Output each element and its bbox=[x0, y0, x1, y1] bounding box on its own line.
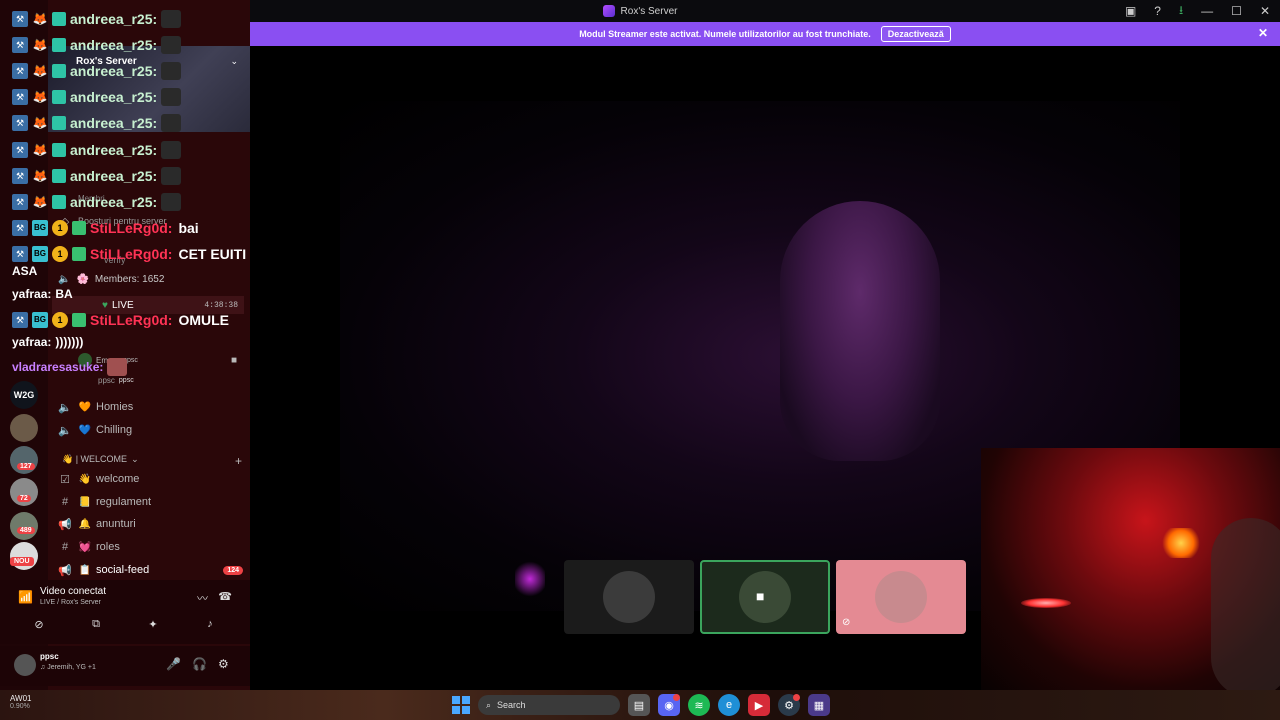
megaphone-icon: 📢 bbox=[58, 564, 72, 577]
video-camera-icon: ■ bbox=[756, 588, 765, 604]
voice-panel: 📶 Video conectat LIVE / Rox's Server 〰 ☎… bbox=[0, 580, 250, 644]
soundboard-icon[interactable]: ♪ bbox=[202, 618, 218, 634]
avatar bbox=[603, 571, 655, 623]
app-purple-icon[interactable]: ▦ bbox=[808, 694, 830, 716]
headphones-icon[interactable]: 🎧 bbox=[192, 657, 207, 671]
members-menu[interactable]: Membri bbox=[58, 189, 243, 207]
server-logo-icon bbox=[602, 5, 615, 17]
screen: Rox's Server ▣ ? ⭳ — ☐ ✕ W2G 127 72 489 … bbox=[0, 0, 1280, 720]
guild-w2g[interactable]: W2G bbox=[10, 381, 38, 409]
speaker-icon: 🔈 bbox=[58, 401, 72, 414]
hash-icon: # bbox=[61, 541, 69, 553]
avatar bbox=[739, 571, 791, 623]
channel-roles[interactable]: # 💓 roles bbox=[58, 538, 243, 556]
microphone-icon[interactable]: 🎤 bbox=[166, 657, 181, 671]
participant-tile[interactable]: ⊘ bbox=[836, 560, 966, 634]
minimize-icon[interactable]: — bbox=[1201, 4, 1213, 18]
speaker-icon: 🔈 bbox=[58, 424, 72, 437]
hash-icon: # bbox=[61, 496, 69, 508]
user-status: ♫ Jeremih, YG +1 bbox=[40, 664, 96, 671]
taskbar-widget[interactable]: AW01 0.90% bbox=[10, 694, 32, 710]
channel-social-feed[interactable]: 📢 📋 social-feed 124 bbox=[58, 561, 243, 579]
window-title: Rox's Server bbox=[620, 5, 678, 17]
guild-badge: 127 bbox=[17, 463, 35, 470]
channel-regulament[interactable]: # 📒 regulament bbox=[58, 493, 243, 511]
add-channel-icon[interactable]: + bbox=[235, 454, 242, 468]
screen-share-icon[interactable]: ▣ bbox=[1125, 4, 1136, 18]
guild-badge: 72 bbox=[17, 495, 31, 502]
participant-tile[interactable] bbox=[564, 560, 694, 634]
server-header[interactable]: Rox's Server ⌄ bbox=[48, 46, 250, 132]
chevron-down-icon[interactable]: ⌄ bbox=[230, 56, 238, 67]
noise-suppression-icon[interactable]: 〰 bbox=[197, 590, 208, 606]
download-icon[interactable]: ⭳ bbox=[1179, 1, 1183, 22]
taskbar: AW01 0.90% ⌕ Search ▤ ◉ ≋ e ▶ ⚙ ▦ bbox=[0, 690, 1280, 720]
avatar bbox=[875, 571, 927, 623]
avatar[interactable] bbox=[14, 654, 36, 676]
live-channel[interactable]: ♥ LIVE 4:38:38 bbox=[52, 296, 244, 314]
maximize-icon[interactable]: ☐ bbox=[1231, 4, 1242, 18]
fire-light bbox=[1161, 528, 1201, 558]
speaker-icon: 🔈 bbox=[58, 274, 71, 285]
participant-tiles: ■ ⊘ bbox=[564, 560, 966, 634]
voice-status-title[interactable]: Video conectat bbox=[40, 586, 106, 597]
edge-icon[interactable]: e bbox=[718, 694, 740, 716]
members-channel[interactable]: 🔈 🌸 Members: 1652 bbox=[58, 274, 164, 285]
taskbar-search[interactable]: ⌕ Search bbox=[478, 695, 620, 715]
window-controls: ▣ ? ⭳ — ☐ ✕ bbox=[1125, 0, 1270, 22]
streamer-mode-banner: Modul Streamer este activat. Numele util… bbox=[250, 22, 1280, 46]
close-icon[interactable]: ✕ bbox=[1258, 26, 1268, 40]
voice-status-subtitle[interactable]: LIVE / Rox's Server bbox=[40, 599, 101, 606]
close-icon[interactable]: ✕ bbox=[1260, 4, 1270, 18]
user-panel: ppsc ♫ Jeremih, YG +1 🎤 🎧 ⚙ bbox=[0, 646, 250, 686]
video-icon: ■ bbox=[230, 354, 237, 366]
camera-off-icon[interactable]: ⊘ bbox=[31, 618, 47, 634]
file-explorer-icon[interactable]: ▤ bbox=[628, 694, 650, 716]
activities-icon[interactable]: ✦ bbox=[145, 618, 161, 634]
streamer-face bbox=[780, 201, 940, 461]
deafened-icon: ⊘ bbox=[842, 617, 851, 628]
new-badge: NOU bbox=[10, 557, 34, 566]
channel-verify[interactable]: verify bbox=[58, 251, 243, 269]
search-icon: ⌕ bbox=[486, 699, 492, 710]
person-silhouette bbox=[1211, 518, 1280, 690]
webcam-overlay bbox=[981, 448, 1280, 690]
voice-channel-homies[interactable]: 🔈 🧡 Homies bbox=[58, 398, 243, 416]
boost-icon: ◇ bbox=[60, 215, 70, 228]
rules-icon: ☑ bbox=[60, 473, 70, 486]
guild-icon-2[interactable] bbox=[10, 414, 38, 442]
category-welcome[interactable]: 👋 | WELCOME ⌄ + bbox=[62, 454, 242, 468]
app-red-icon[interactable]: ▶ bbox=[748, 694, 770, 716]
server-name: Rox's Server bbox=[76, 56, 137, 67]
username: ppsc bbox=[40, 652, 59, 661]
channel-anunturi[interactable]: 📢 🔔 anunturi bbox=[58, 515, 243, 533]
windows-start-icon[interactable] bbox=[452, 696, 470, 714]
purple-glow bbox=[515, 559, 545, 599]
avatar bbox=[78, 353, 92, 367]
settings-gear-icon[interactable]: ⚙ bbox=[218, 657, 229, 671]
heart-icon: ♥ bbox=[102, 299, 108, 311]
deactivate-button[interactable]: Dezactivează bbox=[880, 26, 951, 42]
screen-share-icon[interactable]: ⧉ bbox=[88, 618, 104, 634]
megaphone-icon: 📢 bbox=[58, 518, 72, 531]
steam-icon[interactable]: ⚙ bbox=[778, 694, 800, 716]
voice-user[interactable]: Emma ppsc ■ bbox=[58, 351, 243, 369]
spotify-icon[interactable]: ≋ bbox=[688, 694, 710, 716]
discord-icon[interactable]: ◉ bbox=[658, 694, 680, 716]
channel-welcome[interactable]: ☑ 👋 welcome bbox=[58, 470, 243, 488]
guild-icon-5[interactable] bbox=[10, 512, 38, 540]
flower-icon: 🌸 bbox=[76, 274, 89, 285]
red-lamp bbox=[1021, 598, 1071, 608]
voice-user[interactable]: ppsc ppsc bbox=[58, 371, 243, 389]
guild-badge: 489 bbox=[17, 527, 35, 534]
signal-icon[interactable]: 📶 bbox=[18, 590, 33, 604]
server-boosts[interactable]: ◇ Boosturi pentru server bbox=[58, 212, 243, 230]
taskbar-apps: ⌕ Search ▤ ◉ ≋ e ▶ ⚙ ▦ bbox=[452, 690, 830, 720]
voice-channel-chilling[interactable]: 🔈 💙 Chilling bbox=[58, 421, 243, 439]
participant-tile-active[interactable]: ■ bbox=[700, 560, 830, 634]
help-icon[interactable]: ? bbox=[1154, 4, 1161, 18]
banner-text: Modul Streamer este activat. Numele util… bbox=[579, 29, 871, 39]
mention-badge: 124 bbox=[223, 565, 243, 575]
disconnect-icon[interactable]: ☎ bbox=[218, 590, 232, 603]
